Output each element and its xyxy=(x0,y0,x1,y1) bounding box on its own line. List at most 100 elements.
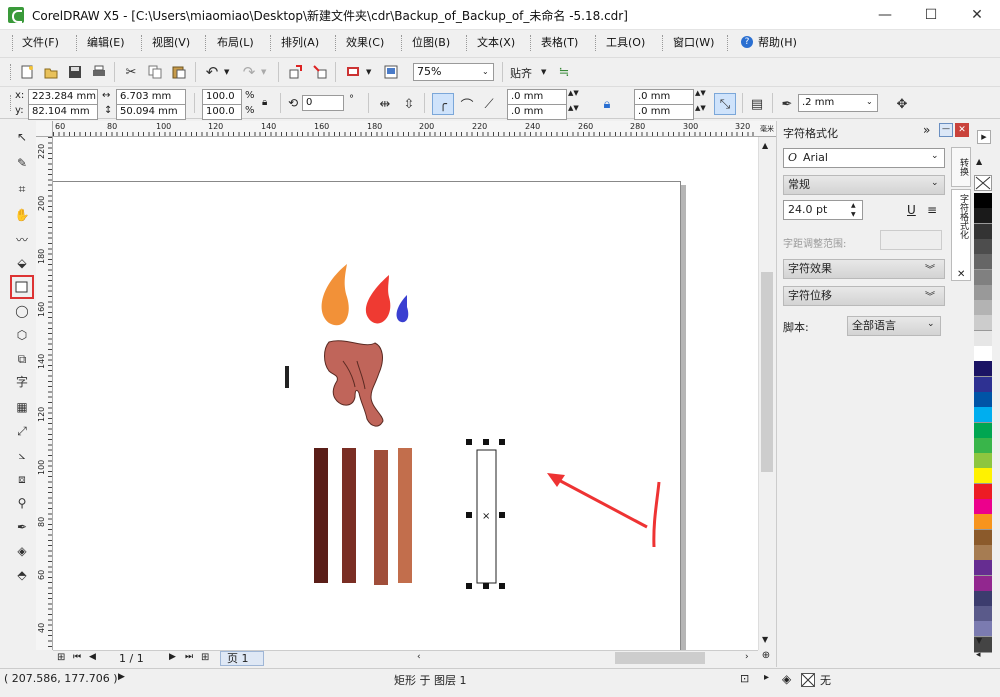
palette-swatch[interactable] xyxy=(974,238,992,255)
redo-dropdown-icon[interactable]: ▼ xyxy=(261,68,266,76)
undo-dropdown-icon[interactable]: ▼ xyxy=(224,68,229,76)
text-tool-icon[interactable]: 字 xyxy=(12,371,32,391)
palette-swatch[interactable] xyxy=(974,300,992,317)
menu-table[interactable]: 表格(T) xyxy=(541,35,578,51)
palette-swatch[interactable] xyxy=(974,529,992,546)
status-expand-icon[interactable]: ▶ xyxy=(118,672,125,682)
palette-scroll-icon[interactable]: ▶ xyxy=(977,130,991,144)
snap-to-button[interactable]: 贴齐 xyxy=(510,65,532,81)
mirror-vertical-icon[interactable]: ⇳ xyxy=(400,95,418,113)
maximize-button[interactable]: ☐ xyxy=(908,0,954,30)
palette-swatch[interactable] xyxy=(974,193,992,209)
palette-flyout-icon[interactable]: ◂ xyxy=(976,650,981,660)
smart-fill-icon[interactable]: ⬙ xyxy=(12,253,32,273)
copy-icon[interactable] xyxy=(146,63,164,81)
palette-swatch[interactable] xyxy=(974,483,992,500)
palette-swatch[interactable] xyxy=(974,315,992,332)
page-tab[interactable]: 页 1 xyxy=(220,651,264,666)
menu-arrange[interactable]: 排列(A) xyxy=(281,35,319,51)
print-icon[interactable] xyxy=(90,63,108,81)
palette-swatch[interactable] xyxy=(974,254,992,271)
corner-radius-bottom-left[interactable]: .0 mm xyxy=(507,104,567,120)
palette-swatch[interactable] xyxy=(974,468,992,485)
propbar-grip[interactable] xyxy=(10,95,12,111)
menu-view[interactable]: 视图(V) xyxy=(152,35,190,51)
color-proof-icon[interactable]: ⊡ xyxy=(740,672,749,685)
relative-scaling-icon[interactable]: ⤡ xyxy=(714,93,736,115)
side-tab-transform[interactable]: 转换 xyxy=(951,147,971,187)
zoom-navigator-icon[interactable]: ⊕ xyxy=(758,650,774,666)
palette-swatch[interactable] xyxy=(974,269,992,286)
scroll-up-icon[interactable]: ▲ xyxy=(762,141,768,150)
zoom-dropdown-icon[interactable]: ⌄ xyxy=(482,67,489,76)
status-arrow-icon[interactable]: ▸ xyxy=(764,672,769,683)
menu-layout[interactable]: 布局(L) xyxy=(217,35,254,51)
palette-swatch[interactable] xyxy=(974,346,992,362)
chevron-down-icon[interactable]: ︾ xyxy=(925,261,935,276)
next-page-icon[interactable]: ▶ xyxy=(169,652,176,662)
scale-x-field[interactable]: 100.0 xyxy=(202,89,242,105)
palette-swatch[interactable] xyxy=(974,621,992,638)
minimize-button[interactable]: — xyxy=(862,0,908,30)
ruler-origin[interactable] xyxy=(36,121,53,137)
paste-icon[interactable] xyxy=(170,63,188,81)
fill-tool-icon[interactable]: ◈ xyxy=(12,541,32,561)
side-tab-close-icon[interactable]: ✕ xyxy=(957,269,965,280)
palette-swatch[interactable] xyxy=(974,560,992,577)
script-dropdown-icon[interactable]: ⌄ xyxy=(927,319,935,329)
palette-swatch[interactable] xyxy=(974,361,992,378)
eyedropper-tool-icon[interactable]: ⚲ xyxy=(12,493,32,513)
palette-swatch[interactable] xyxy=(974,544,992,561)
freehand-tool-icon[interactable]: 〰 xyxy=(12,229,32,249)
snap-dropdown-icon[interactable]: ▼ xyxy=(541,68,546,76)
font-family-select[interactable]: O Arial xyxy=(783,148,945,168)
palette-swatch[interactable] xyxy=(974,606,992,623)
add-page-after-icon[interactable]: ⊞ xyxy=(201,652,209,663)
round-corner-icon[interactable]: ╭ xyxy=(432,93,454,115)
ellipse-tool-icon[interactable]: ◯ xyxy=(12,301,32,321)
shape-tool-icon[interactable]: ✎ xyxy=(12,153,32,173)
spin-icon[interactable]: ▲▼ xyxy=(568,104,579,112)
width-field[interactable]: 6.703 mm xyxy=(116,89,186,105)
ruler-top[interactable]: 60 80 100 120 140 160 180 200 220 240 26… xyxy=(53,121,758,137)
docker-expand-icon[interactable]: » xyxy=(923,123,930,137)
palette-swatch[interactable] xyxy=(974,407,992,424)
connector-tool-icon[interactable]: ⦣ xyxy=(12,445,32,465)
palette-swatch[interactable] xyxy=(974,590,992,607)
palette-swatch[interactable] xyxy=(974,391,992,408)
palette-swatch[interactable] xyxy=(974,223,992,240)
palette-swatch[interactable] xyxy=(974,422,992,439)
add-page-icon[interactable]: ⊞ xyxy=(57,652,65,663)
palette-swatch[interactable] xyxy=(974,514,992,531)
menu-effects[interactable]: 效果(C) xyxy=(346,35,384,51)
prev-page-icon[interactable]: ◀ xyxy=(89,652,96,662)
save-icon[interactable] xyxy=(66,63,84,81)
menu-tools[interactable]: 工具(O) xyxy=(606,35,645,51)
palette-swatch[interactable] xyxy=(974,284,992,301)
scroll-down-icon[interactable]: ▼ xyxy=(762,635,768,644)
side-tab-char-format[interactable]: 字符格式化 xyxy=(951,189,971,281)
kerning-field[interactable] xyxy=(880,230,942,250)
menu-window[interactable]: 窗口(W) xyxy=(673,35,714,51)
vertical-scroll-thumb[interactable] xyxy=(761,272,773,472)
docker-close-button[interactable]: ✕ xyxy=(955,123,969,137)
redo-icon[interactable]: ↷ xyxy=(240,63,258,81)
menu-file[interactable]: 文件(F) xyxy=(22,35,59,51)
basic-shapes-icon[interactable]: ⧉ xyxy=(12,349,32,369)
application-launcher-icon[interactable] xyxy=(344,63,362,81)
spin-icon[interactable]: ▲▼ xyxy=(568,89,579,97)
mirror-horizontal-icon[interactable]: ⇹ xyxy=(376,95,394,113)
chamfer-corner-icon[interactable]: ⟋ xyxy=(480,95,498,113)
palette-swatch[interactable] xyxy=(974,208,992,225)
launcher-dropdown-icon[interactable]: ▼ xyxy=(366,68,371,76)
y-position-field[interactable]: 82.104 mm xyxy=(28,104,98,120)
export-icon[interactable] xyxy=(311,63,329,81)
scroll-left-icon[interactable]: ‹ xyxy=(417,652,421,662)
rectangle-tool-icon[interactable] xyxy=(10,275,34,299)
first-page-icon[interactable]: ⏮ xyxy=(73,652,81,662)
palette-swatch[interactable] xyxy=(974,453,992,470)
corner-radius-top-right[interactable]: .0 mm xyxy=(634,89,694,105)
menubar-grip[interactable] xyxy=(12,35,14,51)
outline-dropdown-icon[interactable]: ⌄ xyxy=(866,97,873,106)
options-icon[interactable]: ≒ xyxy=(555,63,573,81)
